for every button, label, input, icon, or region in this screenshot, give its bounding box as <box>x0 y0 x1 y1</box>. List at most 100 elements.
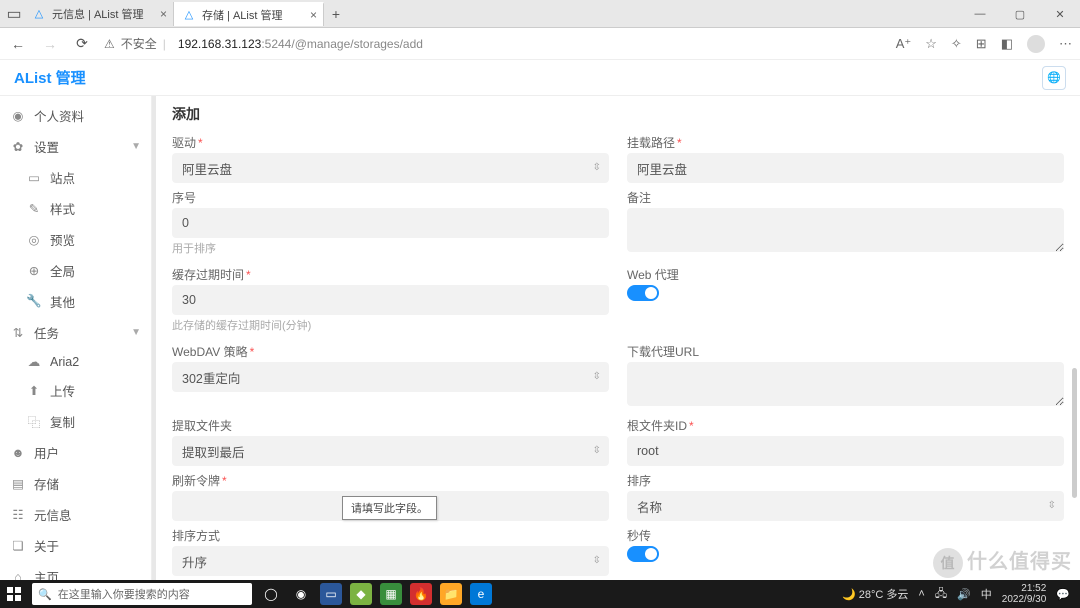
search-placeholder: 在这里输入你要搜索的内容 <box>58 586 190 602</box>
home-icon: ⌂ <box>10 570 26 581</box>
rapid-toggle[interactable] <box>627 546 659 562</box>
url-host: 192.168.31.123 <box>178 37 261 51</box>
sidebar-item-tasks[interactable]: ⇅任务▼ <box>0 317 151 348</box>
sortfield-select[interactable]: 名称⇳ <box>627 491 1064 521</box>
user-icon: ◉ <box>10 108 26 123</box>
close-icon[interactable]: × <box>160 7 167 21</box>
folder-icon[interactable]: 📁 <box>440 583 462 605</box>
ime-icon[interactable]: 中 <box>981 586 992 602</box>
sidebar-item-global[interactable]: ⊕全局 <box>0 255 151 286</box>
sidebar-item-preview[interactable]: ◎预览 <box>0 224 151 255</box>
sidebar-item-other[interactable]: 🔧其他 <box>0 286 151 317</box>
browser-tab-strip: ▭ △ 元信息 | AList 管理 × △ 存储 | AList 管理 × +… <box>0 0 1080 28</box>
webproxy-toggle[interactable] <box>627 285 659 301</box>
app-icon[interactable]: ▦ <box>380 583 402 605</box>
favorite-icon[interactable]: ☆ <box>925 36 937 52</box>
driver-label: 驱动* <box>172 134 609 151</box>
read-aloud-icon[interactable]: A⁺ <box>896 36 912 52</box>
notifications-icon[interactable]: 💬 <box>1056 588 1070 601</box>
refresh-button[interactable]: ⟳ <box>72 35 92 52</box>
minimize-button[interactable]: — <box>960 0 1000 28</box>
profile-icon[interactable] <box>1027 35 1045 53</box>
sidebar-item-home[interactable]: ⌂主页 <box>0 561 151 580</box>
app-header: AList 管理 🌐 <box>0 60 1080 96</box>
tray-chevron-icon[interactable]: ˄ <box>918 588 924 600</box>
validation-tooltip: 请填写此字段。 <box>342 496 437 520</box>
sidebar-item-about[interactable]: ❏关于 <box>0 530 151 561</box>
app-icon[interactable]: ◆ <box>350 583 372 605</box>
main-form: 添加 驱动* 阿里云盘⇳ 挂载路径* 阿里云盘 序号 0 用于排序 备注 <box>152 96 1080 580</box>
sidebar-item-users[interactable]: ☻用户 <box>0 437 151 468</box>
search-icon: 🔍 <box>38 588 52 601</box>
sidebar-icon[interactable]: ◧ <box>1001 36 1013 52</box>
sidebar-item-settings[interactable]: ✿设置▼ <box>0 131 151 162</box>
tab-actions-icon[interactable]: ▭ <box>4 4 24 24</box>
driver-select[interactable]: 阿里云盘⇳ <box>172 153 609 183</box>
close-window-button[interactable]: ✕ <box>1040 0 1080 28</box>
maximize-button[interactable]: ▢ <box>1000 0 1040 28</box>
sidebar-item-storage[interactable]: ▤存储 <box>0 468 151 499</box>
sortorder-select[interactable]: 升序⇳ <box>172 546 609 576</box>
chevron-down-icon: ▼ <box>131 327 141 338</box>
copy-icon: ⿻ <box>26 412 42 431</box>
app-title: AList 管理 <box>14 67 86 88</box>
webproxy-label: Web 代理 <box>627 266 1064 283</box>
sidebar-item-profile[interactable]: ◉个人资料 <box>0 100 151 131</box>
sidebar-item-style[interactable]: ✎样式 <box>0 193 151 224</box>
style-icon: ✎ <box>26 201 42 216</box>
info-icon: ❏ <box>10 538 26 553</box>
app-icon[interactable]: 🔥 <box>410 583 432 605</box>
mount-label: 挂载路径* <box>627 134 1064 151</box>
webdav-select[interactable]: 302重定向⇳ <box>172 362 609 392</box>
start-button[interactable] <box>0 580 28 608</box>
language-button[interactable]: 🌐 <box>1042 66 1066 90</box>
browser-tab-1[interactable]: △ 存储 | AList 管理 × <box>174 2 324 26</box>
webdav-label: WebDAV 策略* <box>172 343 609 360</box>
cache-hint: 此存储的缓存过期时间(分钟) <box>172 317 609 333</box>
forward-button[interactable]: → <box>40 36 60 52</box>
cortana-icon[interactable]: ◉ <box>290 583 312 605</box>
site-icon: ▭ <box>26 170 42 185</box>
menu-icon[interactable]: ⋯ <box>1059 36 1072 52</box>
collections-icon[interactable]: ✧ <box>951 36 962 52</box>
explorer-icon[interactable]: ▭ <box>320 583 342 605</box>
warning-icon: ⚠ <box>104 37 115 51</box>
rootid-input[interactable]: root <box>627 436 1064 466</box>
extensions-icon[interactable]: ⊞ <box>976 36 987 52</box>
sound-icon[interactable]: 🔊 <box>957 588 971 601</box>
clock[interactable]: 21:52 2022/9/30 <box>1002 583 1047 605</box>
browser-tab-0[interactable]: △ 元信息 | AList 管理 × <box>24 2 174 26</box>
rootid-label: 根文件夹ID* <box>627 417 1064 434</box>
close-icon[interactable]: × <box>310 8 317 22</box>
favicon-icon: △ <box>182 8 196 22</box>
sidebar-item-site[interactable]: ▭站点 <box>0 162 151 193</box>
sidebar: ◉个人资料 ✿设置▼ ▭站点 ✎样式 ◎预览 ⊕全局 🔧其他 ⇅任务▼ ☁Ari… <box>0 96 152 580</box>
storage-icon: ▤ <box>10 476 26 491</box>
security-indicator[interactable]: ⚠ 不安全 | <box>104 35 166 52</box>
order-input[interactable]: 0 <box>172 208 609 238</box>
edge-icon[interactable]: e <box>470 583 492 605</box>
weather-widget[interactable]: 🌙 28°C 多云 <box>842 586 908 602</box>
taskbar: 🔍 在这里输入你要搜索的内容 ◯ ◉ ▭ ◆ ▦ 🔥 📁 e 🌙 28°C 多云… <box>0 580 1080 608</box>
page-title: 添加 <box>172 104 1064 124</box>
cache-input[interactable]: 30 <box>172 285 609 315</box>
network-icon[interactable]: 🖧 <box>935 585 947 604</box>
back-button[interactable]: ← <box>8 36 28 52</box>
extract-select[interactable]: 提取到最后⇳ <box>172 436 609 466</box>
url-display[interactable]: 192.168.31.123:5244/@manage/storages/add <box>178 37 423 51</box>
sidebar-item-upload[interactable]: ⬆上传 <box>0 375 151 406</box>
scrollbar-thumb[interactable] <box>1072 368 1077 498</box>
sidebar-item-copy[interactable]: ⿻复制 <box>0 406 151 437</box>
sidebar-item-aria2[interactable]: ☁Aria2 <box>0 348 151 375</box>
meta-icon: ☷ <box>10 507 26 522</box>
task-view-icon[interactable]: ◯ <box>260 583 282 605</box>
select-arrow-icon: ⇳ <box>593 372 601 382</box>
rapid-label: 秒传 <box>627 527 1064 544</box>
favicon-icon: △ <box>32 7 46 21</box>
sidebar-item-meta[interactable]: ☷元信息 <box>0 499 151 530</box>
new-tab-button[interactable]: + <box>324 6 348 22</box>
remark-textarea[interactable] <box>627 208 1064 252</box>
taskbar-search[interactable]: 🔍 在这里输入你要搜索的内容 <box>32 583 252 605</box>
proxyurl-textarea[interactable] <box>627 362 1064 406</box>
mount-input[interactable]: 阿里云盘 <box>627 153 1064 183</box>
